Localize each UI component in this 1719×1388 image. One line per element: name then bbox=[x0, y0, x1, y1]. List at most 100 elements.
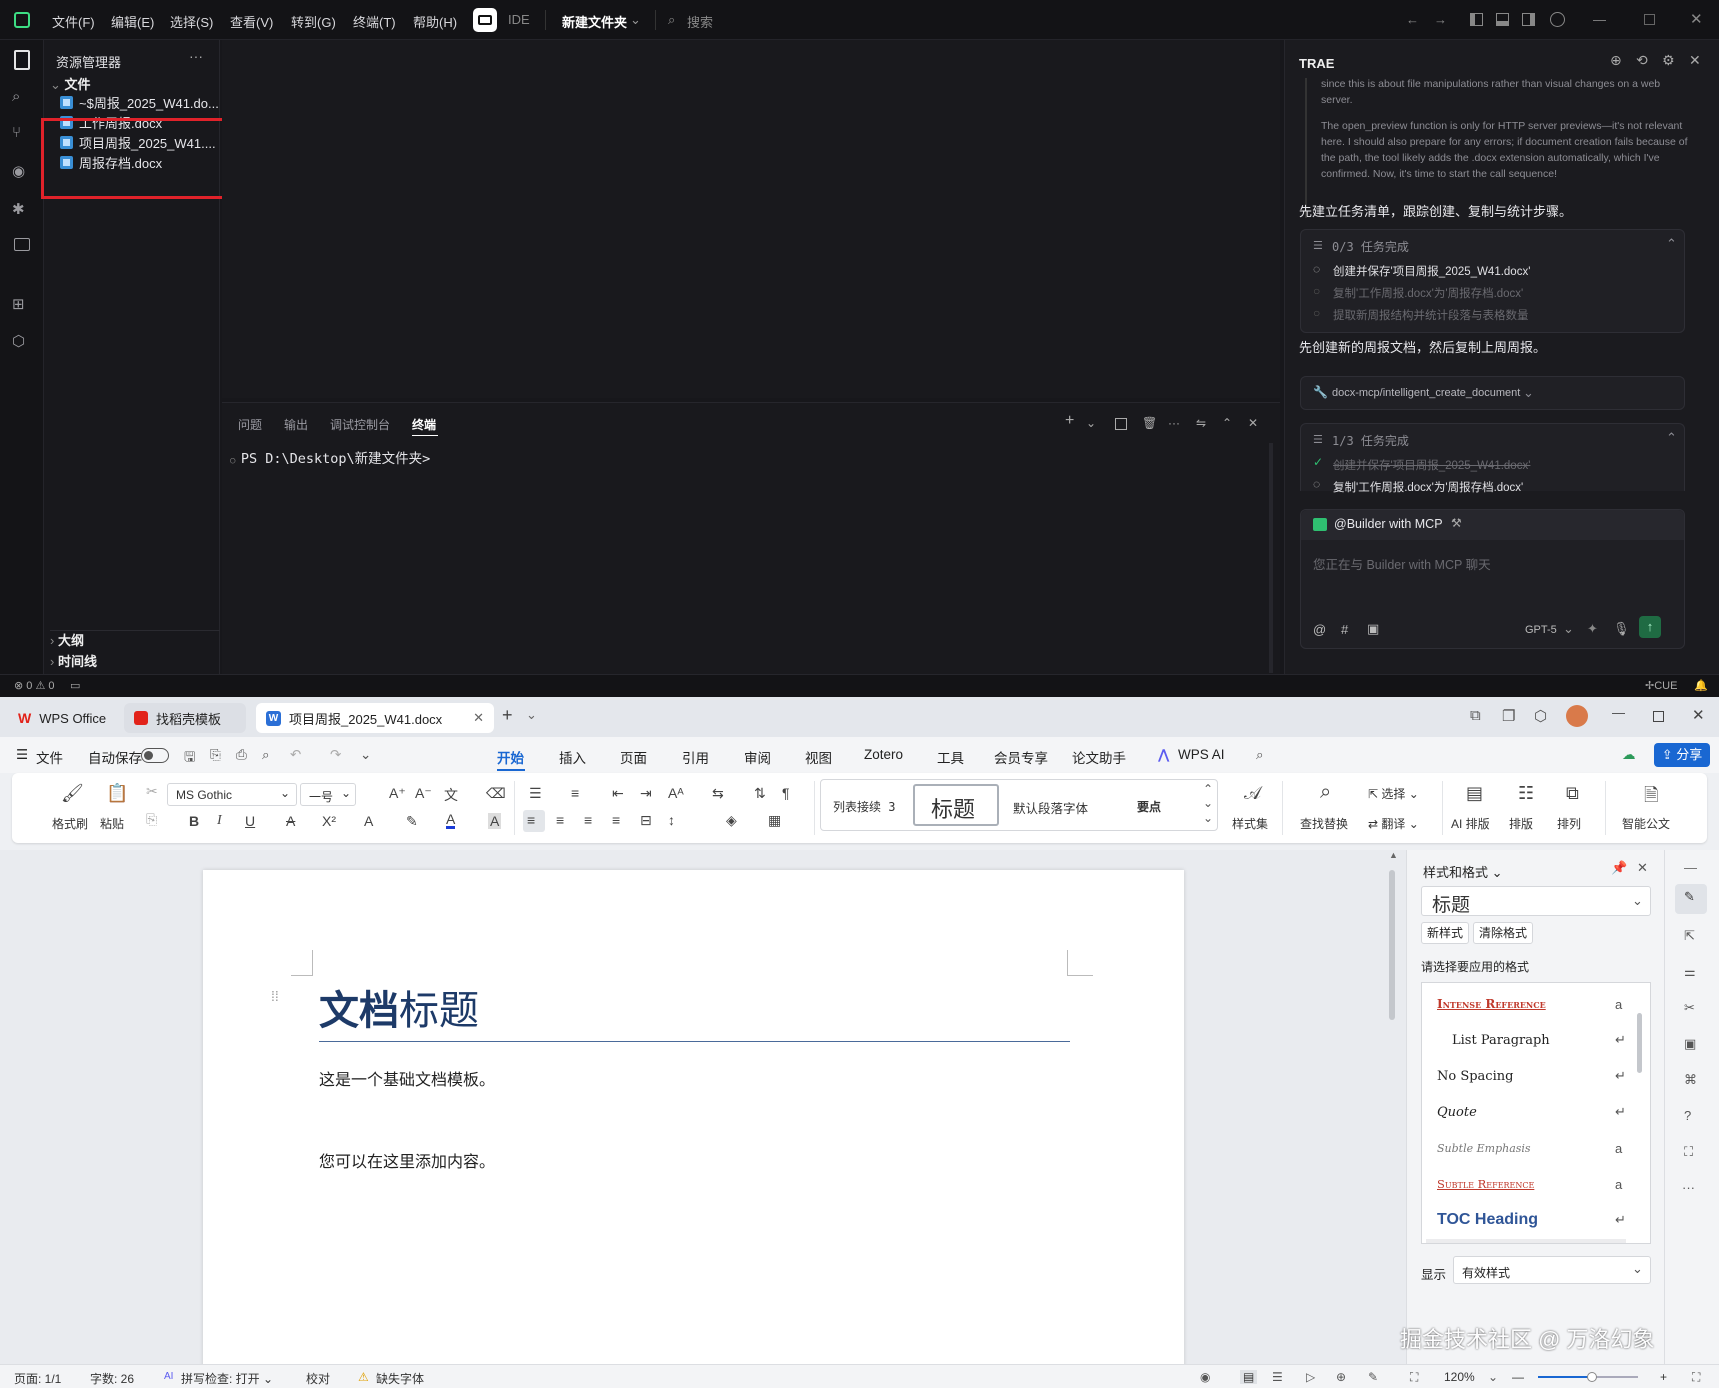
tab-wps-office[interactable]: W WPS Office bbox=[8, 703, 118, 733]
new-tab-plus-icon[interactable]: + bbox=[502, 705, 513, 726]
page-indicator[interactable]: 页面: 1/1 bbox=[14, 1370, 61, 1387]
strikethrough-icon[interactable]: A bbox=[286, 813, 295, 829]
paste-clipboard-icon[interactable]: 📋 bbox=[106, 783, 128, 804]
timeline-section[interactable]: › 时间线 bbox=[50, 651, 97, 670]
find-replace-button[interactable]: 查找替换 bbox=[1300, 815, 1348, 832]
tab-template[interactable]: 找稻壳模板 bbox=[124, 703, 246, 733]
ai-layout-button[interactable]: AI 排版 bbox=[1451, 815, 1490, 832]
menu-file[interactable]: 文件(F) bbox=[52, 12, 95, 31]
current-style-select[interactable]: 标题 ⌄ bbox=[1421, 886, 1651, 916]
account-icon[interactable] bbox=[1550, 12, 1565, 27]
text-effect-icon[interactable]: A bbox=[364, 813, 373, 829]
sort-icon[interactable]: ⇅ bbox=[754, 785, 766, 802]
menu-view[interactable]: 视图 bbox=[805, 747, 832, 767]
maximize-panel-icon[interactable]: ⌃ bbox=[1222, 416, 1232, 430]
ide-mode-label[interactable]: IDE bbox=[508, 12, 530, 27]
format-painter-icon[interactable]: 🖌 bbox=[61, 783, 84, 804]
debug-bug-icon[interactable]: ✱ bbox=[12, 200, 32, 220]
style-item[interactable]: Subtle Emphasis a bbox=[1437, 1133, 1627, 1163]
justify-icon[interactable]: ≡ bbox=[612, 812, 620, 828]
scroll-up-icon[interactable]: ⌃ bbox=[1203, 782, 1213, 796]
remote-icon[interactable] bbox=[14, 238, 30, 251]
chevron-down-icon[interactable]: ⌄ bbox=[1086, 416, 1096, 430]
search-icon[interactable]: ⌕ bbox=[12, 88, 32, 108]
bell-icon[interactable]: 🔔 bbox=[1694, 679, 1708, 692]
toggle-chat-icon[interactable] bbox=[1522, 13, 1535, 26]
tab-document[interactable]: W 项目周报_2025_W41.docx ✕ bbox=[256, 703, 494, 733]
chevron-down-icon[interactable]: ⌄ bbox=[360, 747, 371, 763]
maximize-icon[interactable] bbox=[1653, 711, 1664, 722]
expand-icon[interactable]: ⌃ bbox=[1666, 430, 1677, 446]
font-family-select[interactable]: MS Gothic ⌄ bbox=[167, 783, 297, 806]
menu-goto[interactable]: 转到(G) bbox=[291, 12, 336, 31]
paragraph[interactable]: 这是一个基础文档模板。 bbox=[319, 1066, 495, 1090]
style-item[interactable]: List Paragraph ↵ bbox=[1437, 1025, 1627, 1055]
menu-tools[interactable]: 工具 bbox=[937, 747, 964, 767]
menu-select[interactable]: 选择(S) bbox=[170, 12, 213, 31]
minimize-icon[interactable]: — bbox=[1612, 705, 1625, 720]
align-right-icon[interactable]: ≡ bbox=[584, 812, 592, 828]
close-panel-icon[interactable]: ✕ bbox=[1248, 416, 1258, 430]
zoom-slider-thumb[interactable] bbox=[1587, 1372, 1597, 1382]
shirt-icon[interactable]: ⌘ bbox=[1684, 1072, 1697, 1088]
split-terminal-icon[interactable] bbox=[1115, 418, 1127, 430]
italic-icon[interactable]: I bbox=[217, 813, 222, 829]
cut-scissors-icon[interactable]: ✂ bbox=[146, 783, 158, 800]
cue-status[interactable]: ✢CUE bbox=[1645, 679, 1677, 692]
scroll-up-icon[interactable]: ▲ bbox=[1389, 850, 1398, 860]
print-icon[interactable]: ⎙ bbox=[236, 747, 247, 763]
microphone-icon[interactable]: 🎙 bbox=[1613, 621, 1630, 637]
outline-section[interactable]: › 大纲 bbox=[50, 630, 84, 649]
style-heading-selected[interactable]: 标题 bbox=[913, 784, 999, 826]
tab-debug-console[interactable]: 调试控制台 bbox=[330, 416, 390, 433]
at-mention-icon[interactable]: @ bbox=[1313, 622, 1326, 637]
style-key-point[interactable]: 要点 bbox=[1137, 798, 1161, 815]
back-arrow-icon[interactable]: ← bbox=[1406, 12, 1419, 27]
borders-icon[interactable]: ▦ bbox=[768, 812, 781, 829]
menu-wps-ai[interactable]: WPS AI bbox=[1178, 747, 1225, 762]
clear-format-eraser-icon[interactable]: ⌫ bbox=[486, 785, 506, 802]
redo-icon[interactable]: ↷ bbox=[330, 747, 341, 763]
print-preview-icon[interactable]: ⌕ bbox=[262, 747, 270, 763]
align-center-icon[interactable]: ≡ bbox=[556, 812, 564, 828]
shading-bucket-icon[interactable]: ◈ bbox=[726, 812, 737, 829]
minimize-icon[interactable]: — bbox=[1593, 12, 1606, 27]
fullscreen-icon[interactable]: ⛶ bbox=[1692, 1370, 1700, 1385]
menu-paper-assistant[interactable]: 论文助手 bbox=[1072, 747, 1126, 767]
more-icon[interactable]: ··· bbox=[1168, 416, 1180, 430]
solo-mode-icon[interactable] bbox=[473, 8, 497, 32]
bullet-list-icon[interactable]: ☰ bbox=[529, 785, 542, 802]
style-item[interactable]: No Spacing ↵ bbox=[1437, 1061, 1627, 1091]
pin-icon[interactable]: 📌 bbox=[1611, 860, 1627, 876]
menu-member[interactable]: 会员专享 bbox=[994, 747, 1048, 767]
hash-icon[interactable]: # bbox=[1341, 622, 1348, 637]
hamburger-icon[interactable]: ☰ bbox=[16, 747, 28, 763]
tools-icon[interactable]: ✂ bbox=[1684, 1000, 1695, 1016]
history-icon[interactable]: ⟲ bbox=[1636, 52, 1648, 69]
new-style-button[interactable]: 新样式 bbox=[1421, 922, 1470, 944]
image-edit-icon[interactable]: ▣ bbox=[1684, 1036, 1696, 1052]
arrange-icon[interactable]: ⧉ bbox=[1566, 783, 1579, 804]
outline-view-icon[interactable]: ☰ bbox=[1272, 1370, 1283, 1384]
gear-icon[interactable]: ⚙ bbox=[1662, 52, 1675, 69]
fit-page-icon[interactable]: ⛶ bbox=[1410, 1370, 1418, 1385]
style-item[interactable]: Quote ↵ bbox=[1437, 1097, 1627, 1127]
font-size-select[interactable]: 一号 ⌄ bbox=[300, 783, 356, 806]
menu-review[interactable]: 审阅 bbox=[744, 747, 771, 767]
increase-indent-icon[interactable]: ⇥ bbox=[640, 785, 652, 802]
pane-title[interactable]: 样式和格式 ⌄ bbox=[1423, 862, 1503, 881]
highlight-icon[interactable]: ✎ bbox=[406, 813, 418, 830]
list-scrollbar-thumb[interactable] bbox=[1637, 1013, 1642, 1073]
terminal-prompt[interactable]: ○ PS D:\Desktop\新建文件夹> bbox=[230, 447, 430, 467]
file-menu[interactable]: 文件 bbox=[36, 747, 63, 767]
layout-button[interactable]: 排版 bbox=[1509, 815, 1533, 832]
document-title[interactable]: 文档标题 bbox=[319, 978, 479, 1036]
cloud-sync-icon[interactable]: ☁ bbox=[1622, 747, 1636, 763]
more-actions-icon[interactable]: ··· bbox=[189, 48, 203, 64]
bold-icon[interactable]: B bbox=[189, 813, 199, 829]
document-page[interactable]: ⁞⁞ 文档标题 这是一个基础文档模板。 您可以在这里添加内容。 bbox=[203, 870, 1184, 1370]
menu-insert[interactable]: 插入 bbox=[559, 747, 586, 767]
close-icon[interactable]: ✕ bbox=[1692, 706, 1705, 724]
missing-font-button[interactable]: 缺失字体 bbox=[376, 1370, 424, 1387]
tab-output[interactable]: 输出 bbox=[284, 416, 308, 433]
